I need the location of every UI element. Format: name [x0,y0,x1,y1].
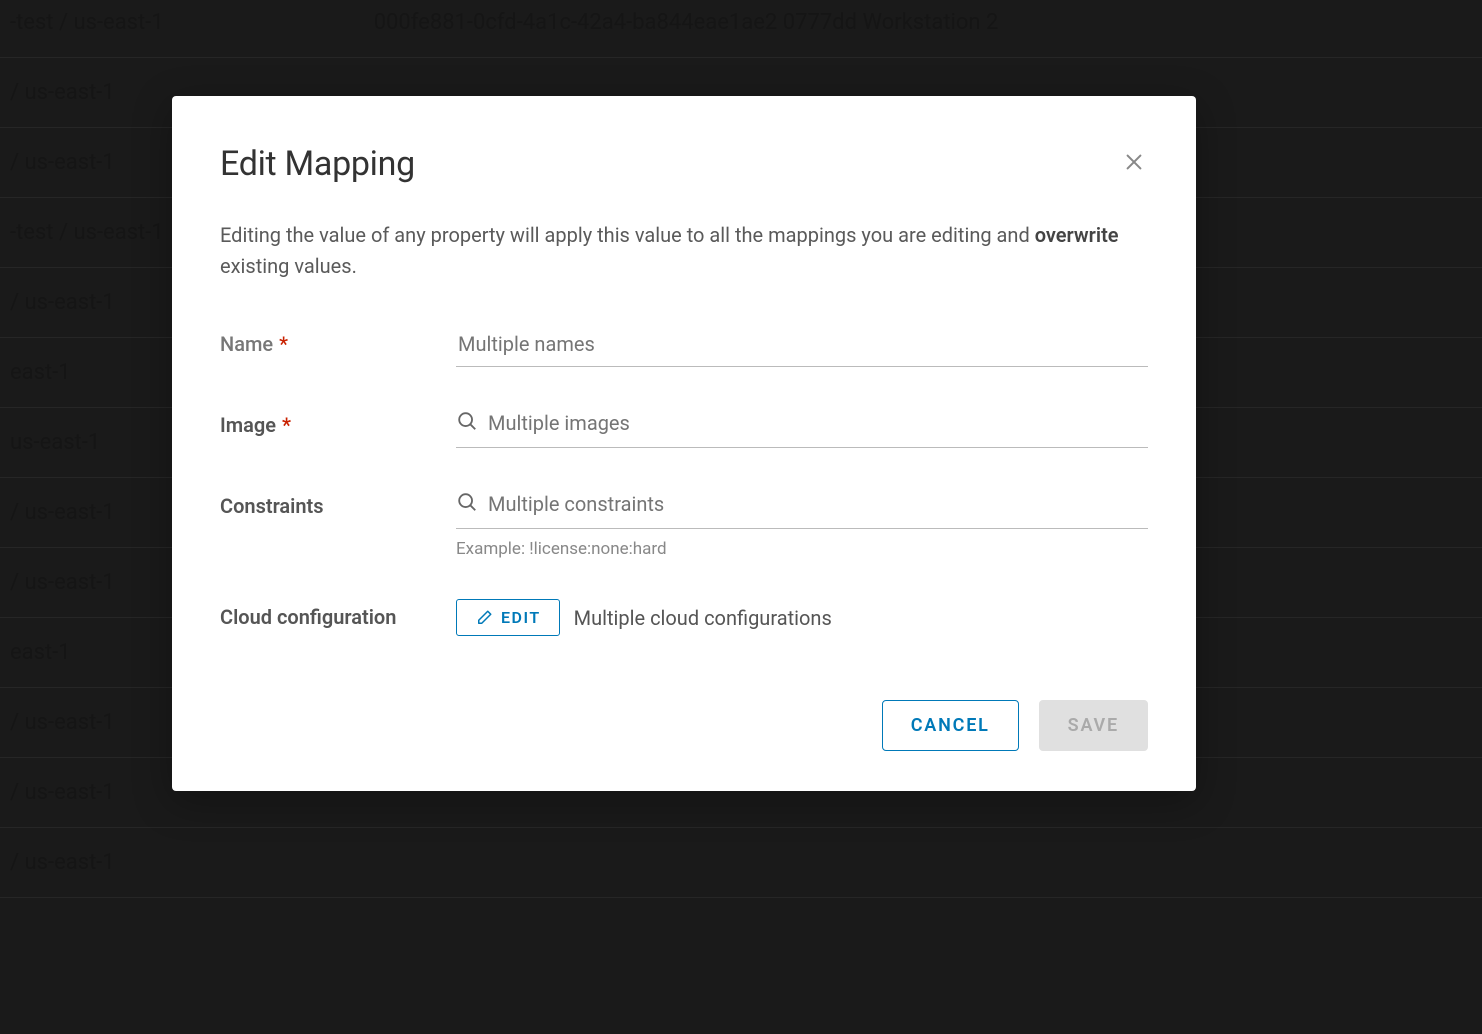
save-button[interactable]: SAVE [1039,700,1148,751]
cloud-config-row: Cloud configuration EDIT Multiple cloud … [220,599,1148,636]
name-label: Name* [220,326,456,358]
constraints-input[interactable] [488,488,1148,520]
cloud-config-value: Multiple cloud configurations [574,606,832,630]
image-label: Image* [220,407,456,439]
modal-description: Editing the value of any property will a… [220,220,1148,282]
modal-header: Edit Mapping [220,144,1148,184]
constraints-row: Constraints Example: !license:none:hard [220,488,1148,559]
search-icon [456,410,478,436]
image-input-wrapper[interactable] [456,407,1148,448]
name-field [456,326,1148,367]
cancel-button[interactable]: CANCEL [882,700,1019,751]
edit-mapping-modal: Edit Mapping Editing the value of any pr… [172,96,1196,791]
name-input[interactable] [456,326,1148,367]
search-icon [456,491,478,517]
image-field [456,407,1148,448]
close-button[interactable] [1120,148,1148,176]
edit-button-label: EDIT [501,608,541,627]
edit-cloud-config-button[interactable]: EDIT [456,599,560,636]
required-mark: * [279,332,288,356]
required-mark: * [282,413,291,437]
constraints-input-wrapper[interactable] [456,488,1148,529]
cloud-config-label: Cloud configuration [220,599,456,631]
image-input[interactable] [488,407,1148,439]
image-row: Image* [220,407,1148,448]
modal-title: Edit Mapping [220,144,415,184]
pencil-icon [475,609,493,627]
constraints-helper: Example: !license:none:hard [456,539,1148,559]
constraints-label: Constraints [220,488,456,520]
close-icon [1123,151,1145,173]
constraints-field: Example: !license:none:hard [456,488,1148,559]
cloud-config-field: EDIT Multiple cloud configurations [456,599,1148,636]
name-row: Name* [220,326,1148,367]
modal-footer: CANCEL SAVE [220,700,1148,751]
